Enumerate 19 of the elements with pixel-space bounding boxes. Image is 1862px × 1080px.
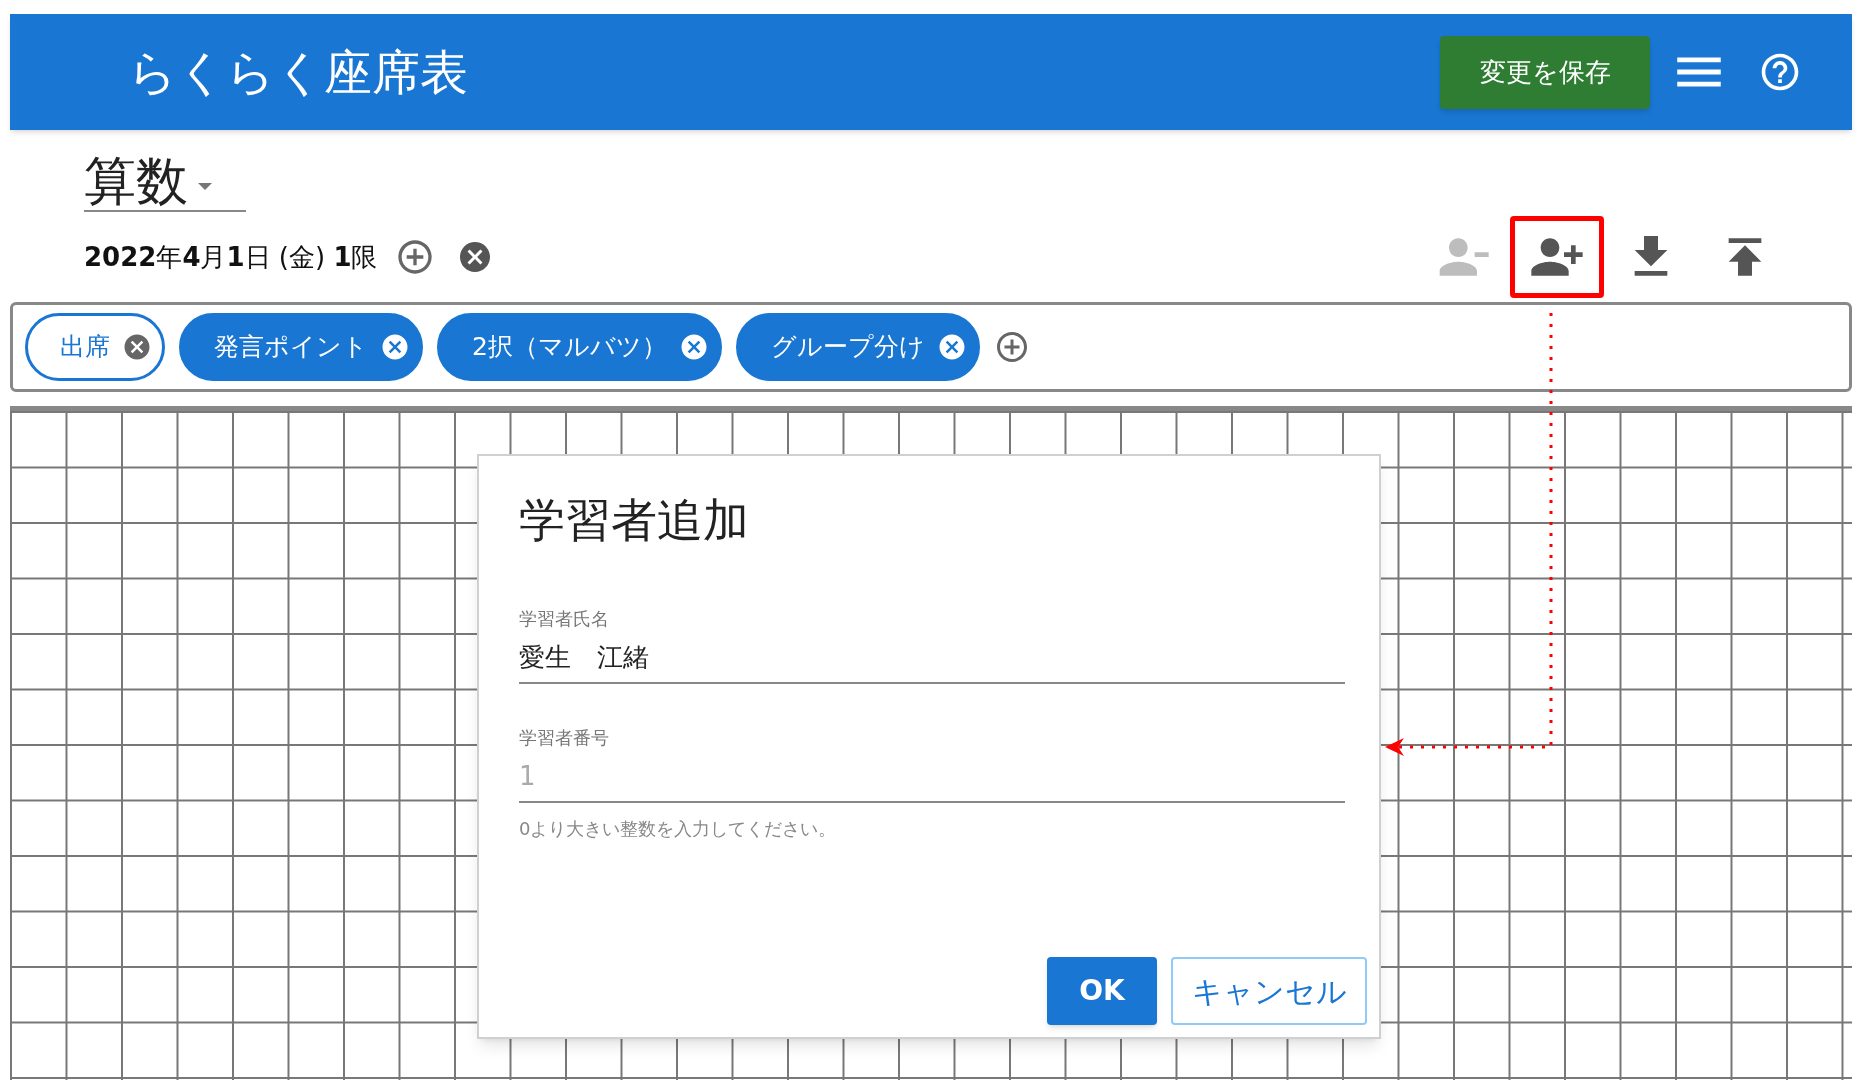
field-label: 学習者氏名 bbox=[519, 607, 610, 631]
category-chip[interactable]: 出席 bbox=[25, 313, 165, 381]
field-hint: 0より大きい整数を入力してください。 bbox=[519, 817, 838, 841]
category-chip[interactable]: グループ分け bbox=[735, 313, 980, 381]
remove-chip-icon[interactable] bbox=[122, 332, 152, 362]
app-title: らくらく座席表 bbox=[128, 43, 469, 102]
dropdown-caret-icon bbox=[198, 182, 212, 190]
person-add-icon[interactable] bbox=[1510, 216, 1604, 298]
category-chip[interactable]: 2択（マルバツ） bbox=[437, 313, 722, 381]
subject-dropdown[interactable]: 算数 bbox=[84, 152, 246, 212]
ok-button[interactable]: OK bbox=[1047, 957, 1157, 1025]
text-field[interactable]: 1 bbox=[519, 751, 1345, 803]
field-label: 学習者番号 bbox=[519, 726, 610, 750]
category-chip[interactable]: 発言ポイント bbox=[179, 313, 423, 381]
remove-chip-icon[interactable] bbox=[380, 332, 410, 362]
save-button[interactable]: 変更を保存 bbox=[1440, 35, 1650, 109]
cancel-button[interactable]: キャンセル bbox=[1171, 957, 1367, 1025]
text-field[interactable]: 愛生 江緒 bbox=[519, 632, 1345, 684]
dialog-title: 学習者追加 bbox=[519, 492, 750, 549]
